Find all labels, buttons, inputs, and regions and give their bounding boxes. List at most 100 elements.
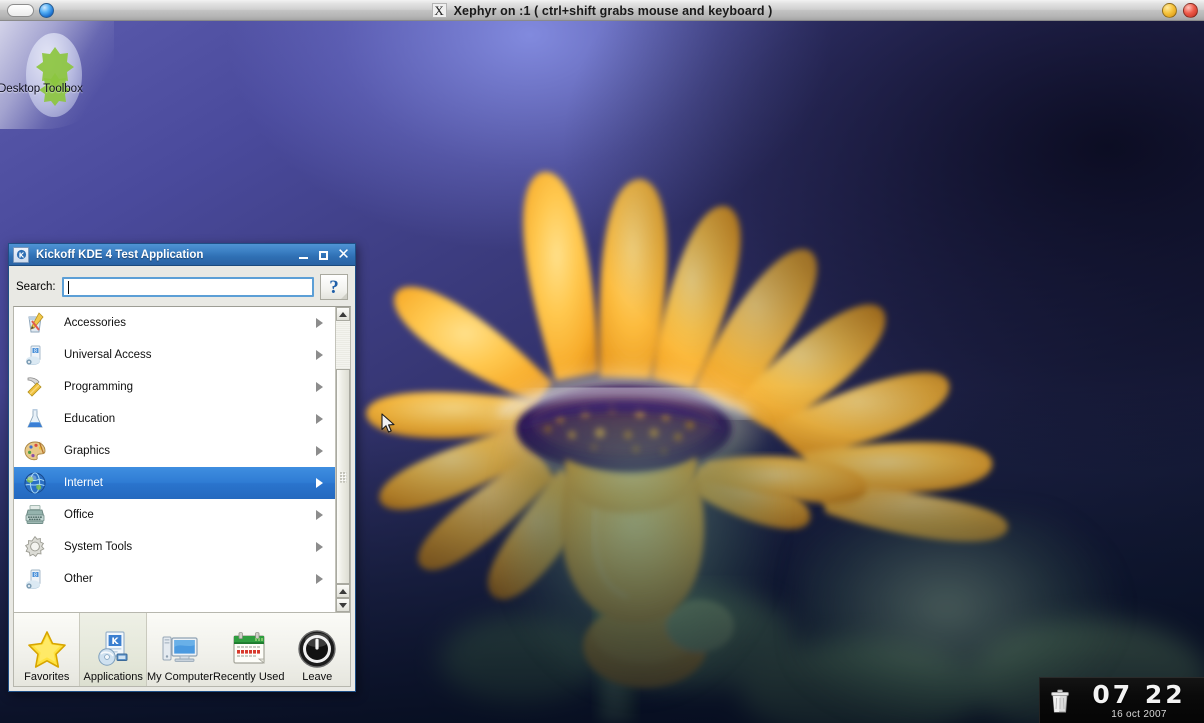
menu-item-label: Accessories <box>64 317 126 329</box>
scrollbar-track-upper[interactable] <box>336 321 350 369</box>
search-label: Search: <box>16 281 56 293</box>
menu-item-label: Universal Access <box>64 349 152 361</box>
kde-gear-icon: K <box>16 249 26 259</box>
scroll-down-icon <box>339 602 347 608</box>
search-row: Search: ? <box>12 269 352 306</box>
chevron-right-icon <box>316 350 323 360</box>
chevron-right-icon <box>316 414 323 424</box>
accessories-icon <box>22 310 48 336</box>
computer-icon <box>159 628 201 670</box>
education-icon <box>22 406 48 432</box>
kickoff-tabbar: Favorites K Applications My Computer Rec… <box>13 613 351 687</box>
tab-leave[interactable]: Leave <box>285 613 350 686</box>
graphics-icon <box>22 438 48 464</box>
svg-text:K: K <box>18 251 24 259</box>
chevron-right-icon <box>316 574 323 584</box>
tab-label: Applications <box>83 671 143 683</box>
kickoff-frame: K Kickoff KDE 4 Test Application ✕ Searc… <box>8 243 356 692</box>
clock-date: 16 oct 2007 <box>1111 708 1167 720</box>
kickoff-title-text: Kickoff KDE 4 Test Application <box>36 248 204 261</box>
applications-icon: K <box>92 628 134 670</box>
menu-item-internet[interactable]: Internet <box>14 467 335 499</box>
search-input[interactable] <box>61 277 314 297</box>
svg-text:8: 8 <box>34 572 37 578</box>
scroll-up-icon <box>339 588 347 594</box>
panel-clock-area[interactable]: 07 22 16 oct 2007 <box>1039 677 1204 723</box>
blue-orb-icon[interactable] <box>39 2 54 18</box>
kickoff-app-icon: K <box>13 246 29 263</box>
close-circle-icon[interactable] <box>1183 3 1198 18</box>
clock[interactable]: 07 22 16 oct 2007 <box>1080 682 1204 720</box>
desktop-toolbox[interactable]: Desktop Toolbox <box>0 21 114 129</box>
help-button[interactable]: ? <box>320 274 348 300</box>
tab-recently-used[interactable]: Recently Used <box>213 613 285 686</box>
trash-icon[interactable] <box>1040 678 1080 723</box>
tab-label: Recently Used <box>212 671 285 683</box>
minimize-circle-icon[interactable] <box>1162 3 1177 18</box>
tab-applications[interactable]: K Applications <box>79 613 147 686</box>
office-icon <box>22 502 48 528</box>
clock-time: 07 22 <box>1092 679 1186 709</box>
universal-access-icon: 8 <box>22 342 48 368</box>
close-icon[interactable]: ✕ <box>336 247 351 263</box>
chevron-right-icon <box>316 382 323 392</box>
desktop[interactable]: Desktop Toolbox K Kickoff KDE 4 Test App… <box>0 21 1204 723</box>
menu-item-label: Office <box>64 509 94 521</box>
other-icon: 8 <box>22 566 48 592</box>
programming-icon <box>22 374 48 400</box>
menu-item-other[interactable]: 8 Other <box>14 563 335 595</box>
menu-item-system-tools[interactable]: System Tools <box>14 531 335 563</box>
tab-my-computer[interactable]: My Computer <box>147 613 213 686</box>
scroll-up-button-bottom[interactable] <box>336 584 350 598</box>
scroll-up-button[interactable] <box>336 307 350 321</box>
svg-text:8: 8 <box>34 348 37 354</box>
menu-item-label: Education <box>64 413 116 425</box>
xephyr-titlebar: X Xephyr on :1 ( ctrl+shift grabs mouse … <box>0 0 1204 21</box>
maximize-icon[interactable] <box>316 248 331 263</box>
scroll-down-button[interactable] <box>336 598 350 612</box>
pill-button-icon[interactable] <box>7 3 34 17</box>
chevron-right-icon <box>316 510 323 520</box>
menu-item-graphics[interactable]: Graphics <box>14 435 335 467</box>
chevron-right-icon <box>316 478 323 488</box>
menu-item-accessories[interactable]: Accessories <box>14 307 335 339</box>
menu-item-education[interactable]: Education <box>14 403 335 435</box>
menu-item-label: Graphics <box>64 445 111 457</box>
system-tools-icon <box>22 534 48 560</box>
menu-list: Accessories 8 Universal Access Programmi… <box>14 307 335 612</box>
menu-list-area: Accessories 8 Universal Access Programmi… <box>13 306 351 613</box>
text-caret <box>67 280 69 294</box>
toolbox-label: Desktop Toolbox <box>0 83 83 95</box>
power-icon <box>296 628 338 670</box>
wallpaper-stem-haze <box>481 414 795 723</box>
xephyr-title-text: Xephyr on :1 ( ctrl+shift grabs mouse an… <box>453 3 773 18</box>
toolbox-gear-icon <box>36 47 74 106</box>
kickoff-window[interactable]: K Kickoff KDE 4 Test Application ✕ Searc… <box>8 243 356 692</box>
tab-label: My Computer <box>146 671 213 683</box>
scrollbar-button-pair <box>336 584 350 612</box>
kickoff-titlebar[interactable]: K Kickoff KDE 4 Test Application ✕ <box>9 244 355 266</box>
help-icon: ? <box>329 276 339 298</box>
kickoff-window-controls: ✕ <box>296 244 351 266</box>
menu-scrollbar[interactable] <box>335 307 350 612</box>
scrollbar-thumb[interactable] <box>336 369 350 584</box>
xephyr-window-controls <box>1162 0 1198 21</box>
calendar-icon <box>228 628 270 670</box>
tab-favorites[interactable]: Favorites <box>14 613 79 686</box>
menu-item-office[interactable]: Office <box>14 499 335 531</box>
tab-label: Leave <box>302 671 333 683</box>
screen: X Xephyr on :1 ( ctrl+shift grabs mouse … <box>0 0 1204 723</box>
menu-item-programming[interactable]: Programming <box>14 371 335 403</box>
xephyr-title-area: X Xephyr on :1 ( ctrl+shift grabs mouse … <box>0 0 1204 21</box>
xephyr-left-buttons <box>7 2 54 18</box>
menu-item-label: Internet <box>64 477 103 489</box>
menu-item-label: Other <box>64 573 93 585</box>
svg-text:K: K <box>112 637 120 647</box>
minimize-icon[interactable] <box>296 248 311 263</box>
menu-item-label: System Tools <box>64 541 133 553</box>
menu-item-universal-access[interactable]: 8 Universal Access <box>14 339 335 371</box>
scroll-up-icon <box>339 311 347 317</box>
x-app-icon: X <box>431 3 447 18</box>
scrollbar-grip <box>339 471 347 482</box>
chevron-right-icon <box>316 446 323 456</box>
